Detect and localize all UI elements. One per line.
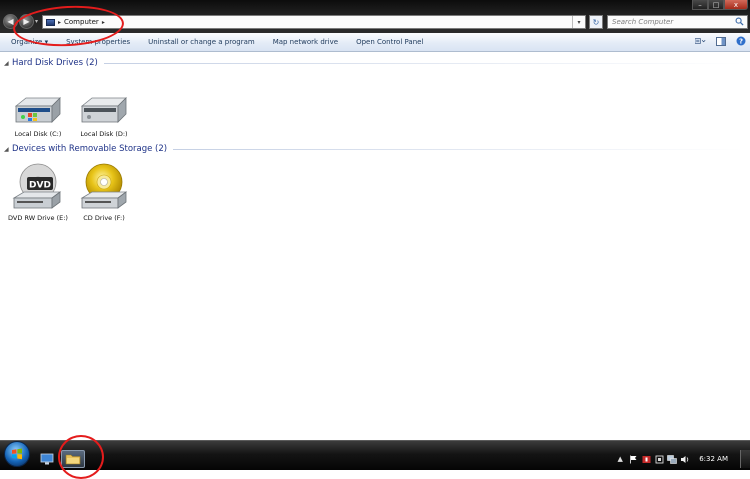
drive-label: CD Drive (F:) bbox=[83, 214, 125, 222]
address-bar[interactable]: ▸ Computer ▸ ▾ bbox=[42, 15, 586, 29]
clock[interactable]: 6:32 AM bbox=[699, 455, 728, 463]
windows-logo-icon bbox=[12, 448, 22, 460]
breadcrumb-separator[interactable]: ▸ bbox=[58, 19, 61, 26]
taskbar: ▲ 6:32 AM bbox=[0, 440, 750, 470]
security-alert-icon[interactable] bbox=[641, 454, 651, 464]
computer-icon bbox=[46, 18, 55, 26]
search-icon[interactable] bbox=[735, 17, 744, 26]
system-properties-button[interactable]: System properties bbox=[57, 38, 139, 46]
close-button[interactable]: x bbox=[724, 0, 748, 10]
hard-disk-windows-icon bbox=[14, 97, 61, 123]
dvd-drive-icon: DVD bbox=[12, 163, 62, 209]
group-hard-disk-drives[interactable]: ◢ Hard Disk Drives (2) bbox=[4, 57, 744, 69]
file-list: ◢ Hard Disk Drives (2) Local Disk (C:) L… bbox=[0, 52, 750, 440]
minimize-button[interactable]: – bbox=[692, 0, 708, 10]
help-icon: ? bbox=[736, 36, 745, 46]
preview-pane-icon bbox=[715, 36, 726, 46]
drive-label: DVD RW Drive (E:) bbox=[8, 214, 68, 222]
drive-cd-f[interactable]: CD Drive (F:) bbox=[72, 162, 136, 222]
change-view-button[interactable] bbox=[695, 36, 706, 46]
taskbar-app-explorer[interactable] bbox=[61, 450, 85, 468]
group-divider bbox=[103, 62, 744, 64]
folder-icon bbox=[65, 454, 81, 465]
svg-text:?: ? bbox=[738, 38, 742, 46]
show-hidden-icons-button[interactable]: ▲ bbox=[615, 454, 625, 464]
organize-menu[interactable]: Organize ▾ bbox=[0, 38, 57, 46]
group-title: Devices with Removable Storage (2) bbox=[12, 144, 168, 154]
search-box[interactable] bbox=[607, 15, 748, 29]
search-input[interactable] bbox=[612, 18, 732, 26]
show-desktop-button[interactable] bbox=[740, 450, 750, 468]
taskbar-app-desktop[interactable] bbox=[35, 450, 59, 468]
forward-button[interactable]: ▶ bbox=[19, 14, 34, 29]
monitor-icon bbox=[40, 453, 54, 465]
address-dropdown-button[interactable]: ▾ bbox=[572, 16, 585, 28]
refresh-button[interactable]: ↻ bbox=[589, 15, 603, 29]
window-titlebar: – □ x ◀ ▶ ▾ ▸ Computer ▸ ▾ ↻ bbox=[0, 0, 750, 33]
group-divider bbox=[173, 148, 744, 150]
forward-arrow-icon: ▶ bbox=[23, 17, 30, 26]
open-control-panel-button[interactable]: Open Control Panel bbox=[347, 38, 432, 46]
uninstall-program-button[interactable]: Uninstall or change a program bbox=[139, 38, 264, 46]
command-bar: Organize ▾ System properties Uninstall o… bbox=[0, 33, 750, 52]
refresh-icon: ↻ bbox=[592, 17, 600, 27]
device-icon[interactable] bbox=[654, 454, 664, 464]
back-button[interactable]: ◀ bbox=[3, 14, 18, 29]
view-controls: ? bbox=[695, 36, 746, 46]
dvd-logo-text: DVD bbox=[29, 181, 51, 191]
drive-label: Local Disk (C:) bbox=[14, 130, 62, 138]
recent-pages-dropdown[interactable]: ▾ bbox=[35, 18, 38, 25]
collapse-caret-icon[interactable]: ◢ bbox=[4, 146, 12, 153]
group-removable-storage[interactable]: ◢ Devices with Removable Storage (2) bbox=[4, 143, 744, 155]
start-button[interactable] bbox=[4, 441, 30, 467]
window-controls: – □ x bbox=[692, 0, 748, 10]
maximize-button[interactable]: □ bbox=[708, 0, 724, 10]
hard-disk-icon bbox=[80, 97, 127, 123]
system-tray: ▲ 6:32 AM bbox=[612, 450, 750, 468]
cd-drive-icon bbox=[80, 163, 128, 209]
drive-label: Local Disk (D:) bbox=[80, 130, 128, 138]
breadcrumb-separator[interactable]: ▸ bbox=[102, 19, 105, 26]
chevron-down-icon: ▾ bbox=[577, 18, 581, 26]
view-icon bbox=[695, 38, 706, 44]
help-button[interactable]: ? bbox=[735, 36, 746, 46]
breadcrumb-computer[interactable]: Computer bbox=[64, 18, 99, 26]
collapse-caret-icon[interactable]: ◢ bbox=[4, 60, 12, 67]
drive-dvd-rw-e[interactable]: DVD DVD RW Drive (E:) bbox=[6, 162, 70, 222]
drive-local-disk-d[interactable]: Local Disk (D:) bbox=[72, 96, 136, 138]
map-network-drive-button[interactable]: Map network drive bbox=[264, 38, 347, 46]
group-title: Hard Disk Drives (2) bbox=[12, 58, 98, 68]
volume-icon[interactable] bbox=[680, 454, 690, 464]
preview-pane-button[interactable] bbox=[715, 36, 726, 46]
back-arrow-icon: ◀ bbox=[7, 17, 14, 26]
action-center-flag-icon[interactable] bbox=[628, 454, 638, 464]
network-icon[interactable] bbox=[667, 454, 678, 464]
drive-local-disk-c[interactable]: Local Disk (C:) bbox=[6, 96, 70, 138]
